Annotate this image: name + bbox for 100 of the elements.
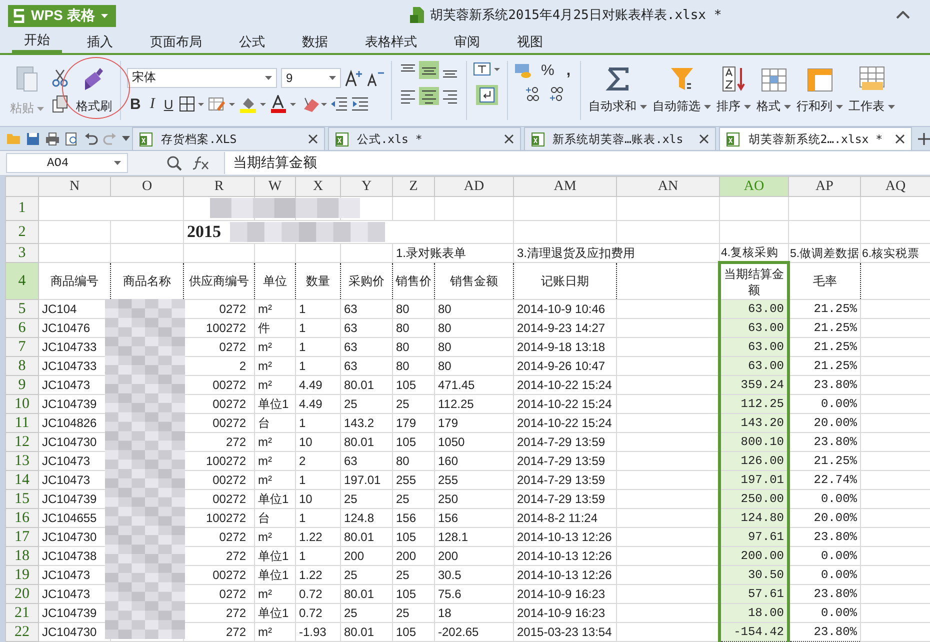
menu-tab[interactable]: 插入 xyxy=(75,30,125,53)
row-header[interactable]: 17 xyxy=(6,528,38,546)
ribbon-command-button[interactable]: 自动求和 xyxy=(586,64,649,117)
row-header[interactable]: 22 xyxy=(6,622,38,642)
column-header[interactable]: X xyxy=(296,176,340,196)
align-middle-icon[interactable] xyxy=(419,61,439,79)
close-icon[interactable] xyxy=(699,134,710,144)
percent-button[interactable]: % xyxy=(538,61,558,80)
table-cell: 200 xyxy=(392,546,434,566)
column-header[interactable]: AQ xyxy=(860,176,930,196)
table-cell: -1.93 xyxy=(296,622,340,642)
column-header[interactable]: W xyxy=(254,176,296,196)
decrease-indent-icon[interactable] xyxy=(330,96,348,112)
ribbon-command-button[interactable]: 格式 xyxy=(754,64,793,117)
table-cell: 105 xyxy=(392,432,434,452)
table-cell: 179 xyxy=(392,414,434,432)
close-icon[interactable] xyxy=(504,134,514,144)
table-cell: 30.5 xyxy=(434,566,514,584)
menu-tab[interactable]: 表格样式 xyxy=(353,30,429,53)
eraser-icon[interactable] xyxy=(301,95,328,113)
column-header[interactable]: Z xyxy=(392,176,434,196)
function-icon[interactable] xyxy=(192,156,210,170)
row-header[interactable]: 1 xyxy=(6,196,38,220)
column-header[interactable]: AD xyxy=(434,176,514,196)
collapse-ribbon-icon[interactable] xyxy=(896,11,910,19)
row-header[interactable]: 16 xyxy=(6,508,38,528)
row-header[interactable]: 20 xyxy=(6,584,38,604)
close-icon[interactable] xyxy=(308,134,318,144)
menu-tab[interactable]: 数据 xyxy=(290,30,340,53)
borders-icon[interactable] xyxy=(179,96,206,112)
font-name-dropdown[interactable]: 宋体 xyxy=(127,68,277,88)
row-header[interactable]: 9 xyxy=(6,376,38,394)
format-painter-button[interactable]: 格式刷 xyxy=(74,64,114,117)
row-header[interactable]: 10 xyxy=(6,394,38,414)
increase-indent-icon[interactable] xyxy=(351,96,370,112)
ribbon-command-button[interactable]: 排序 xyxy=(714,64,753,117)
print-preview-icon[interactable] xyxy=(65,132,79,146)
document-tab[interactable]: 存货档案.XLS xyxy=(132,127,325,150)
caret-icon xyxy=(640,104,647,108)
row-header[interactable]: 15 xyxy=(6,490,38,508)
new-tab-icon[interactable] xyxy=(918,132,930,144)
cell-style-icon[interactable] xyxy=(208,96,236,112)
row-header[interactable]: 14 xyxy=(6,470,38,490)
decrease-decimal-icon[interactable] xyxy=(548,86,564,102)
column-header[interactable]: O xyxy=(110,176,184,196)
wrap-text-icon[interactable] xyxy=(476,85,498,105)
table-cell: 台 xyxy=(254,414,296,432)
dropdown-icon[interactable] xyxy=(122,136,130,141)
document-tab[interactable]: 新系统胡芙蓉…账表.xls xyxy=(524,127,716,150)
column-header[interactable]: Y xyxy=(340,176,392,196)
ribbon-command-button[interactable]: 工作表 xyxy=(846,64,897,117)
column-header[interactable]: R xyxy=(184,176,254,196)
ribbon-command-button[interactable]: 自动筛选 xyxy=(650,64,713,117)
row-header[interactable]: 11 xyxy=(6,414,38,432)
bold-button[interactable]: B xyxy=(127,94,144,114)
zoom-icon[interactable] xyxy=(166,155,182,171)
row-header[interactable]: 5 xyxy=(6,300,38,318)
align-center-icon[interactable] xyxy=(419,87,439,105)
row-header[interactable]: 4 xyxy=(6,262,38,300)
row-header[interactable]: 13 xyxy=(6,452,38,470)
copy-icon[interactable] xyxy=(52,94,68,112)
column-header[interactable]: AM xyxy=(514,176,616,196)
row-header[interactable]: 19 xyxy=(6,566,38,584)
document-tab[interactable]: 公式.xls * xyxy=(328,127,520,150)
increase-decimal-icon[interactable] xyxy=(524,86,540,102)
print-icon[interactable] xyxy=(45,132,60,146)
menu-tab[interactable]: 视图 xyxy=(505,30,555,53)
save-icon[interactable] xyxy=(26,132,40,146)
menu-tab[interactable]: 页面布局 xyxy=(138,30,214,53)
scissors-icon[interactable] xyxy=(52,68,68,86)
ribbon-command-button[interactable]: 行和列 xyxy=(794,64,845,117)
formula-input[interactable]: 当期结算金额 xyxy=(224,152,930,174)
column-header[interactable]: AP xyxy=(788,176,860,196)
row-header[interactable]: 18 xyxy=(6,546,38,566)
column-header[interactable]: AN xyxy=(616,176,720,196)
column-header[interactable]: N xyxy=(38,176,110,196)
thousands-separator-button[interactable]: , xyxy=(563,61,574,80)
row-header[interactable]: 21 xyxy=(6,604,38,622)
undo-icon[interactable] xyxy=(84,132,98,144)
italic-button[interactable]: I xyxy=(146,94,158,114)
menu-tab[interactable]: 审阅 xyxy=(442,30,492,53)
row-header[interactable]: 7 xyxy=(6,338,38,356)
row-header[interactable]: 3 xyxy=(6,244,38,262)
row-header[interactable]: 6 xyxy=(6,318,38,338)
underline-button[interactable]: U xyxy=(160,96,176,112)
sort-icon xyxy=(720,66,747,92)
document-tab[interactable]: 胡芙蓉新系统2….xlsx * xyxy=(719,127,912,150)
table-cell: 2014-10-13 12:26 xyxy=(514,566,616,584)
close-icon[interactable] xyxy=(895,134,905,144)
row-header[interactable]: 2 xyxy=(6,220,38,244)
menu-tab[interactable]: 公式 xyxy=(227,30,277,53)
app-logo-icon xyxy=(13,9,25,23)
grow-font-icon[interactable] xyxy=(345,68,363,86)
row-header[interactable]: 12 xyxy=(6,432,38,452)
font-size-dropdown[interactable]: 9 xyxy=(281,68,341,88)
text-box-icon[interactable] xyxy=(473,61,501,77)
name-box[interactable]: AO4 xyxy=(6,153,128,173)
fill-color-icon[interactable] xyxy=(239,95,268,113)
row-header[interactable]: 8 xyxy=(6,356,38,376)
font-color-icon[interactable] xyxy=(270,95,298,113)
